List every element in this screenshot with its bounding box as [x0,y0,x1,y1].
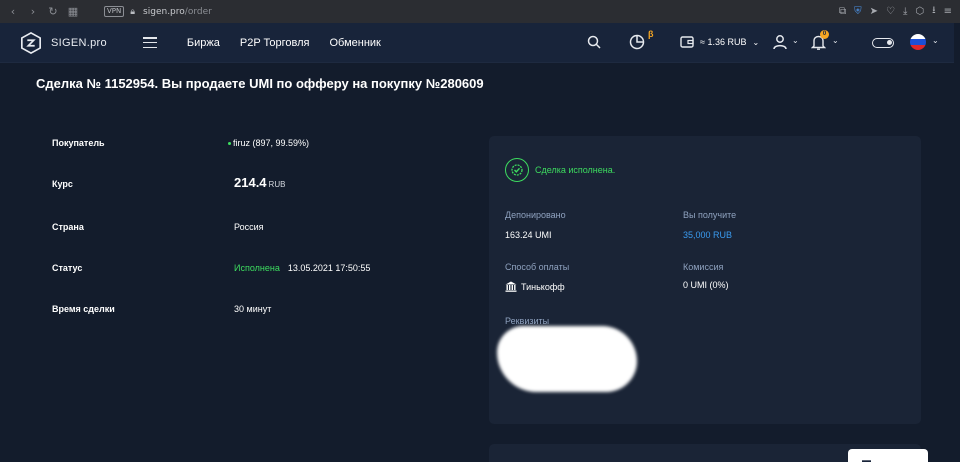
time-value: 30 минут [234,304,272,314]
receive-label: Вы получите [683,210,737,220]
detail-row-status: Статус Исполнена 13.05.2021 17:50:55 [52,257,452,277]
heart-icon[interactable]: ♡ [886,6,895,17]
site-header: SIGEN.pro Биржа P2P Торговля Обменник β … [0,23,954,63]
browser-toolbar: ‹ › ↻ ▦ VPN 🔒︎ sigen.pro/order ⧉ ⛨ ➤ ♡ ⤓… [0,0,960,23]
payment-method-label: Способ оплаты [505,262,570,272]
payment-method-name: Тинькофф [521,282,565,292]
redaction-blur [497,326,637,392]
forward-icon[interactable]: › [24,3,42,21]
fee-label: Комиссия [683,262,724,272]
rate-value: 214.4 RUB [234,175,285,190]
buyer-value[interactable]: firuz (897, 99.59%) [228,138,309,148]
extensions-icon[interactable]: ⬡ [915,6,924,17]
logo[interactable]: SIGEN.pro [20,31,107,54]
user-icon[interactable] [772,34,788,50]
wallet-icon [680,36,694,48]
logo-text: SIGEN.pro [51,36,107,49]
vpn-badge[interactable]: VPN [104,6,125,17]
nav-p2p[interactable]: P2P Торговля [240,37,310,49]
check-gear-icon [511,164,523,176]
main-nav: Биржа P2P Торговля Обменник [187,37,381,49]
status-label: Статус [52,263,83,273]
detail-row-rate: Курс 214.4 RUB [52,172,452,192]
deal-summary-panel: Сделка исполнена. Депонировано 163.24 UM… [489,136,921,424]
shield-icon[interactable]: ⛨ [854,6,862,17]
time-label: Время сделки [52,304,115,314]
deposited-label: Депонировано [505,210,566,220]
grid-icon[interactable]: ▦ [64,3,82,21]
download-icon[interactable]: ⤓ [903,6,907,17]
wallet-balance[interactable]: ≈ 1.36 RUB ⌄ [680,36,759,48]
reload-icon[interactable]: ↻ [44,3,62,21]
rate-currency: RUB [268,180,286,189]
search-icon[interactable] [587,35,601,49]
fee-value: 0 UMI (0%) [683,280,729,290]
requisites-label: Реквизиты [505,316,550,326]
nav-exchanger[interactable]: Обменник [329,37,380,49]
payment-method-value: Тинькофф [505,281,565,292]
chevron-down-icon[interactable]: ⌄ [932,36,939,45]
url-path: /order [184,6,212,17]
address-bar[interactable]: sigen.pro/order [143,7,212,17]
page-title: Сделка № 1152954. Вы продаете UMI по офф… [36,76,484,91]
russia-flag-icon[interactable] [910,34,926,50]
url-host: sigen.pro [143,6,185,17]
deal-status-text: Сделка исполнена. [535,165,616,175]
nav-exchange[interactable]: Биржа [187,37,220,49]
receive-value[interactable]: 35,000 RUB [683,230,732,240]
rate-number: 214.4 [234,175,267,190]
lock-icon[interactable]: 🔒︎ [130,6,135,17]
hamburger-menu-icon[interactable] [142,37,157,48]
chevron-down-icon[interactable]: ⌄ [792,36,799,45]
deposited-value: 163.24 UMI [505,230,552,240]
success-badge-icon [505,158,529,182]
detail-row-time: Время сделки 30 минут [52,298,452,318]
beta-label: β [648,29,654,39]
chat-widget[interactable]: ▬ [848,449,928,462]
detail-row-country: Страна Россия [52,216,452,236]
download-tray-icon[interactable]: ⭳ [932,3,936,20]
tabs-icon[interactable]: ⧉ [839,6,846,17]
rate-label: Курс [52,179,73,189]
notification-badge: 0 [820,30,829,39]
pie-chart-icon[interactable] [629,34,645,50]
buyer-label: Покупатель [52,138,105,148]
chevron-down-icon[interactable]: ⌄ [832,36,839,45]
back-icon[interactable]: ‹ [4,3,22,21]
status-value: Исполнена 13.05.2021 17:50:55 [234,263,370,273]
country-value: Россия [234,222,264,232]
send-icon[interactable]: ➤ [870,6,878,17]
chevron-down-icon: ⌄ [752,37,760,47]
logo-hexagon-icon [21,31,41,54]
online-dot-icon [228,142,231,146]
detail-row-buyer: Покупатель firuz (897, 99.59%) [52,132,452,152]
bank-icon [505,281,517,292]
menu-icon[interactable]: ≡ [944,6,952,17]
status-date: 13.05.2021 17:50:55 [287,263,371,273]
status-text: Исполнена [234,263,280,273]
chat-flag-icon: ▬ [862,455,871,462]
buyer-name[interactable]: firuz (897, 99.59%) [233,138,309,148]
theme-toggle[interactable] [872,38,894,48]
country-label: Страна [52,222,84,232]
balance-text: ≈ 1.36 RUB [700,37,747,47]
